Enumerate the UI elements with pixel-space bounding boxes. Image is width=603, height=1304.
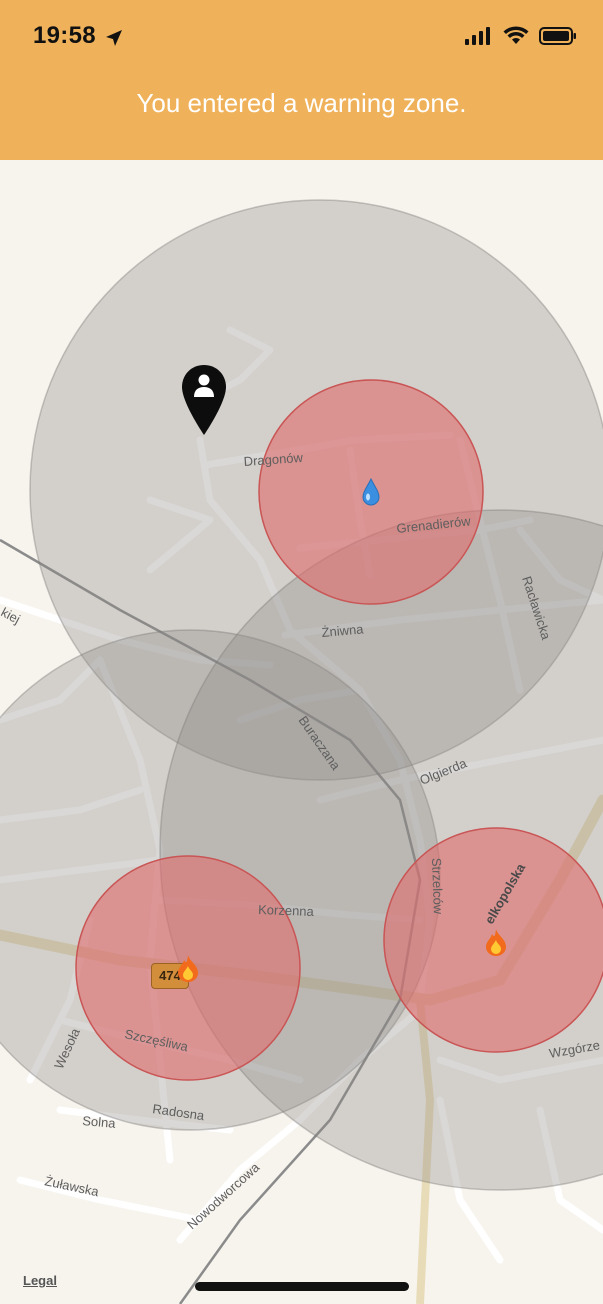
legal-link[interactable]: Legal (23, 1273, 57, 1288)
warning-message: You entered a warning zone. (136, 88, 467, 118)
status-time: 19:58 (33, 22, 96, 49)
map-view[interactable]: Dragonów Grenadierów Racławicka Żniwna B… (0, 160, 603, 1304)
fire-icon[interactable] (484, 928, 508, 956)
water-drop-icon[interactable] (361, 478, 381, 506)
fire-icon[interactable] (176, 954, 200, 982)
status-icons (465, 26, 577, 45)
home-indicator[interactable] (195, 1282, 409, 1291)
warning-banner: 19:58 You entered a warning zone. (0, 0, 603, 160)
street-label-solna: Solna (82, 1113, 117, 1131)
wifi-icon (503, 26, 529, 44)
battery-icon (539, 26, 576, 45)
user-location-pin-icon[interactable] (180, 363, 228, 437)
street-label-strzelcow: Strzelców (429, 858, 446, 915)
map-canvas[interactable]: Dragonów Grenadierów Racławicka Żniwna B… (0, 160, 603, 1304)
location-arrow-icon (106, 30, 122, 46)
street-label-korzenna: Korzenna (258, 902, 315, 919)
signal-icon (465, 26, 490, 45)
